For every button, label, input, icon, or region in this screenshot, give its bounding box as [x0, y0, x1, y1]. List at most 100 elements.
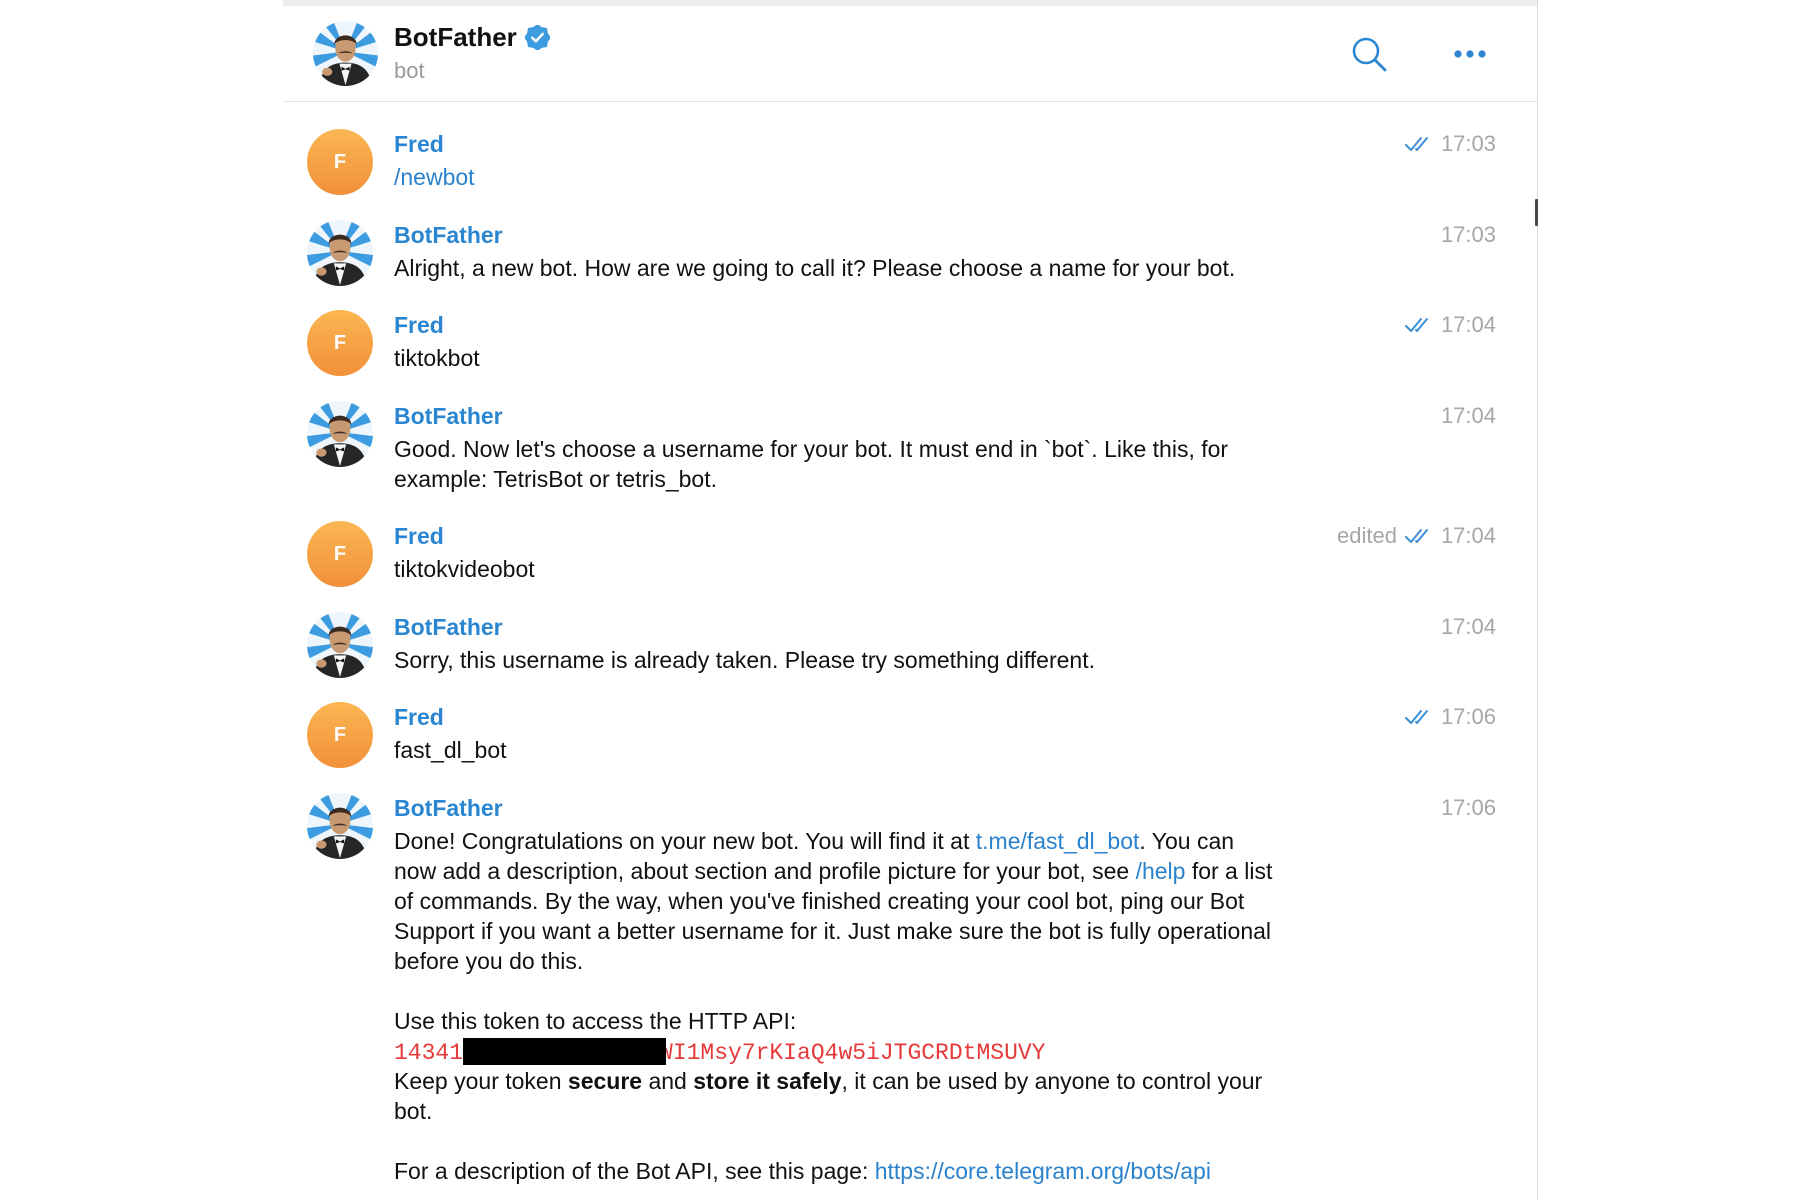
code-text[interactable]: 14341 [394, 1040, 463, 1066]
verified-badge-icon [524, 24, 550, 50]
message-text: Done! Congratulations on your new bot. Y… [394, 826, 1537, 1186]
double-check-icon [1404, 136, 1433, 152]
text-line: tiktokbot [394, 343, 1537, 373]
avatar-initial: F [333, 150, 347, 173]
avatar-initial: F [333, 331, 347, 354]
chat-panel: BotFather bot F Fred 17:03/newbot BotFat… [283, 0, 1538, 1200]
text-line: Keep your token secure and store it safe… [394, 1066, 1537, 1096]
message-text: Alright, a new bot. How are we going to … [394, 253, 1537, 283]
botfather-avatar[interactable] [307, 611, 373, 678]
text: example: TetrisBot or tetris_bot. [394, 465, 717, 492]
search-icon[interactable] [1349, 34, 1389, 74]
text-line: Alright, a new bot. How are we going to … [394, 253, 1537, 283]
message-meta: 17:04 [1404, 307, 1496, 343]
text: tiktokvideobot [394, 556, 535, 582]
link[interactable]: t.me/fast_dl_bot [976, 828, 1140, 854]
message-meta: 17:03 [1404, 126, 1496, 162]
sender-name[interactable]: BotFather [394, 609, 503, 645]
text: tiktokbot [394, 345, 480, 371]
text: Sorry, this username is already taken. P… [394, 646, 1095, 673]
text-line: /newbot [394, 162, 1537, 192]
text: . You can [1139, 827, 1235, 854]
text-line: before you do this. [394, 946, 1537, 976]
text-line: Good. Now let's choose a username for yo… [394, 434, 1537, 464]
message-time: 17:06 [1440, 704, 1496, 729]
text: fast_dl_bot [394, 737, 507, 763]
message-list[interactable]: F Fred 17:03/newbot BotFather 17:03 Alright,… [283, 102, 1537, 1200]
message-meta: 17:04 [1441, 609, 1496, 645]
message-meta: 17:06 [1441, 790, 1496, 826]
botfather-avatar[interactable] [307, 219, 373, 286]
redacted-block [463, 1037, 667, 1065]
text: For a description of the Bot API, see th… [394, 1157, 875, 1184]
sender-name[interactable]: Fred [394, 518, 444, 554]
link[interactable]: https://core.telegram.org/bots/api [875, 1158, 1211, 1184]
botfather-avatar[interactable] [307, 400, 373, 467]
message-meta: 17:03 [1441, 217, 1496, 253]
text-line: bot. [394, 1096, 1537, 1126]
sender-name[interactable]: Fred [394, 307, 444, 343]
text-line: For a description of the Bot API, see th… [394, 1156, 1537, 1186]
double-check-icon [1404, 528, 1433, 544]
message-row: F Fred 17:06 fast_dl_bot [283, 699, 1537, 790]
text: Alright, a new bot. How are we going to … [394, 254, 1236, 281]
botfather-avatar[interactable] [313, 21, 378, 86]
bold-text: secure [567, 1067, 643, 1094]
sender-avatar[interactable]: F [307, 310, 373, 376]
message-row: F Fred edited 17:04 tiktokvideobot [283, 518, 1537, 609]
scrollbar-thumb[interactable] [1535, 199, 1538, 226]
message-time: 17:03 [1440, 221, 1496, 247]
message-meta: 17:06 [1404, 699, 1496, 735]
message-time: 17:06 [1440, 794, 1496, 820]
text: Support if you want a better username fo… [394, 917, 1272, 944]
sender-name[interactable]: BotFather [394, 398, 503, 434]
text: bot. [394, 1097, 433, 1124]
link[interactable]: /help [1136, 858, 1186, 884]
sender-name[interactable]: BotFather [394, 790, 503, 826]
link[interactable]: /newbot [394, 164, 475, 190]
chat-title-row[interactable]: BotFather [394, 21, 550, 53]
text: Done! Congratulations on your new bot. Y… [394, 827, 976, 854]
double-check-icon [1404, 709, 1433, 725]
message-text: Good. Now let's choose a username for yo… [394, 434, 1537, 494]
double-check-icon [1404, 317, 1433, 333]
text-line: fast_dl_bot [394, 735, 1537, 765]
text: and [642, 1067, 694, 1094]
text-line: of commands. By the way, when you've fin… [394, 886, 1537, 916]
message-row: BotFather 17:04 Sorry, this username is al… [283, 609, 1537, 700]
text: of commands. By the way, when you've fin… [394, 887, 1245, 914]
message-row: F Fred 17:04 tiktokbot [283, 307, 1537, 398]
message-time: 17:03 [1440, 131, 1496, 156]
message-row: BotFather 17:06 Done! Congratulations on y… [283, 790, 1537, 1200]
text-line: Sorry, this username is already taken. P… [394, 645, 1537, 675]
message-time: 17:04 [1440, 613, 1496, 639]
text: for a list [1185, 857, 1273, 884]
avatar-initial: F [333, 542, 347, 565]
botfather-avatar[interactable] [307, 792, 373, 859]
message-row: F Fred 17:03/newbot [283, 126, 1537, 217]
message-time: 17:04 [1440, 402, 1496, 428]
chat-header: BotFather bot [283, 6, 1537, 102]
text-line: example: TetrisBot or tetris_bot. [394, 464, 1537, 494]
text: Good. Now let's choose a username for yo… [394, 435, 1229, 462]
sender-name[interactable]: Fred [394, 699, 444, 735]
chat-title[interactable]: BotFather [394, 21, 517, 53]
sender-avatar[interactable]: F [307, 521, 373, 587]
text-line: Support if you want a better username fo… [394, 916, 1537, 946]
sender-name[interactable]: BotFather [394, 217, 503, 253]
message-time: 17:04 [1440, 312, 1496, 337]
sender-avatar[interactable]: F [307, 702, 373, 768]
avatar-initial: F [333, 723, 347, 746]
text-line: 14341 WI1Msy7rKIaQ4w5iJTGCRDtMSUVY [394, 1036, 1537, 1066]
message-text: tiktokbot [394, 343, 1537, 373]
code-text[interactable]: WI1Msy7rKIaQ4w5iJTGCRDtMSUVY [659, 1040, 1045, 1066]
text: Use this token to access the HTTP API: [394, 1007, 797, 1034]
message-row: BotFather 17:04 Good. Now let's choose a u… [283, 398, 1537, 519]
text: now add a description, about section and… [394, 857, 1136, 884]
text: Keep your token [394, 1067, 568, 1094]
more-icon[interactable] [1450, 34, 1490, 74]
sender-name[interactable]: Fred [394, 126, 444, 162]
sender-avatar[interactable]: F [307, 129, 373, 195]
